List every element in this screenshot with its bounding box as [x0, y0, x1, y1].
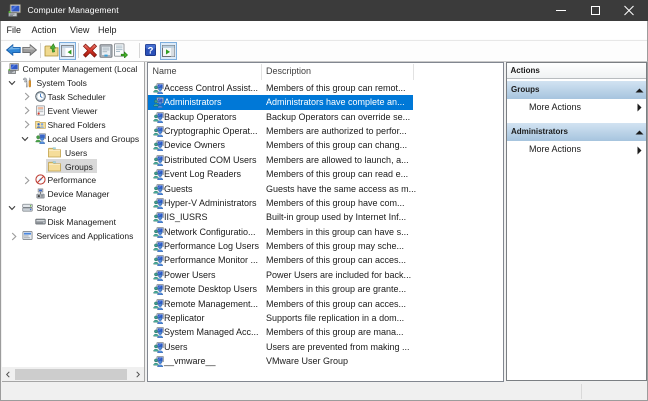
svg-text:?: ? [147, 45, 153, 56]
